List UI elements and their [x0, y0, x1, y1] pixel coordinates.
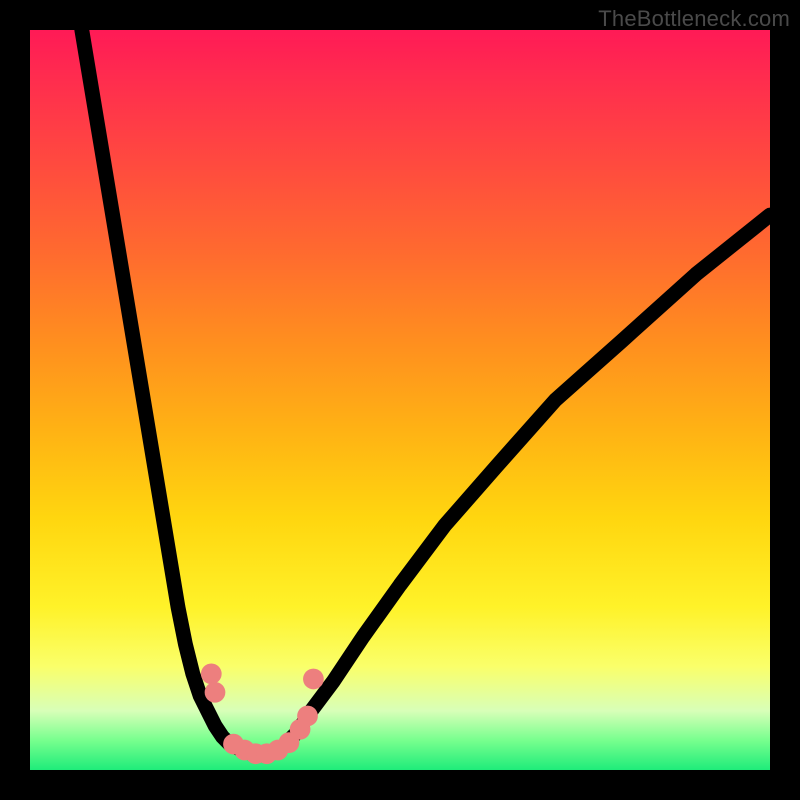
watermark-text: TheBottleneck.com	[598, 6, 790, 32]
curve-left-branch	[82, 30, 237, 748]
curve-right-branch	[282, 215, 770, 748]
chart-frame: TheBottleneck.com	[0, 0, 800, 800]
curve-group	[82, 30, 770, 755]
marker-bead	[201, 663, 222, 684]
marker-bead	[297, 706, 318, 727]
marker-bead	[303, 669, 324, 690]
marker-bead	[205, 682, 226, 703]
chart-svg	[30, 30, 770, 770]
marker-beads-group	[201, 663, 324, 764]
